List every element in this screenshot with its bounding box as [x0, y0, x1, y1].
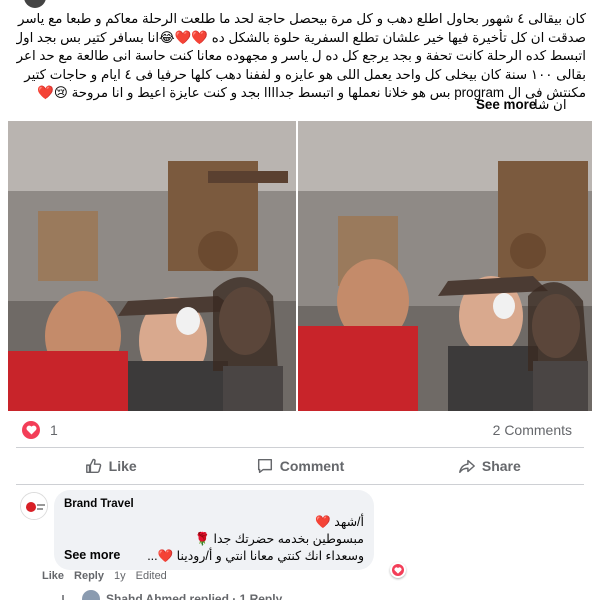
post-line: بقالى ١٠٠ سنة كان بيخلى كل واحد يعمل الل… [24, 66, 586, 82]
photo-grid [8, 121, 592, 411]
post-actions: Like Comment Share [16, 451, 584, 481]
post-line: اتبسط كده الرحلة كانت تحفة و بجد يرجع كل… [16, 48, 586, 63]
divider [16, 484, 584, 485]
view-replies-link[interactable]: Shahd Ahmed replied · 1 Reply [62, 590, 282, 600]
group-photo-image [298, 121, 592, 411]
replier-avatar [82, 590, 100, 600]
divider [16, 447, 584, 448]
comment-reaction-badge[interactable] [390, 562, 406, 578]
comment-edited: Edited [135, 570, 167, 582]
comment-author[interactable]: Brand Travel [64, 498, 134, 510]
reaction-summary[interactable]: 1 [22, 420, 58, 440]
comment-icon [257, 458, 272, 474]
like-label: Like [108, 458, 137, 474]
reply-arrow-icon [62, 595, 64, 600]
post-last-line: ان شا [534, 97, 567, 112]
comment-time[interactable]: 1y [114, 570, 126, 582]
comments-count-link[interactable]: 2 Comments [493, 422, 572, 438]
share-icon [458, 459, 475, 474]
comment-button[interactable]: Comment [205, 451, 394, 481]
brand-logo-icon [21, 493, 47, 519]
post-text: كان بيقالى ٤ شهور بحاول اطلع دهب و كل مر… [16, 10, 586, 103]
commenter-avatar[interactable] [20, 492, 48, 520]
post-card: كان بيقالى ٤ شهور بحاول اطلع دهب و كل مر… [0, 0, 600, 600]
comment-bubble: Brand Travel أ/شهد ❤️ مبسوطين بخدمه حضرت… [54, 490, 406, 578]
love-reaction-icon [22, 421, 40, 439]
comment-reply-button[interactable]: Reply [74, 570, 104, 582]
love-reaction-icon [392, 564, 404, 576]
photo-right[interactable] [298, 121, 592, 411]
group-photo-image [8, 121, 296, 411]
comment-like-button[interactable]: Like [42, 570, 64, 582]
comment-see-more-link[interactable]: See more [64, 548, 120, 562]
see-more-link[interactable]: See more [476, 97, 536, 112]
reaction-count: 1 [50, 422, 58, 438]
replies-text: Shahd Ahmed replied · 1 Reply [106, 592, 283, 600]
profile-avatar-edge [0, 0, 46, 10]
post-line: صدقت ان كل تأخيرة فيها خير علشان تطلع ال… [16, 29, 586, 45]
like-button[interactable]: Like [16, 451, 205, 481]
comment-label: Comment [279, 458, 345, 474]
photo-left[interactable] [8, 121, 296, 411]
share-button[interactable]: Share [395, 451, 584, 481]
comment-actions: Like Reply 1y Edited [42, 570, 167, 582]
share-label: Share [481, 458, 521, 474]
comment-line: مبسوطين بخدمه حضرتك جدا 🌹 [194, 532, 364, 546]
post-line: كان بيقالى ٤ شهور بحاول اطلع دهب و كل مر… [16, 11, 586, 26]
thumbs-up-icon [85, 458, 101, 474]
comment-line: أ/شهد ❤️ [315, 515, 364, 529]
